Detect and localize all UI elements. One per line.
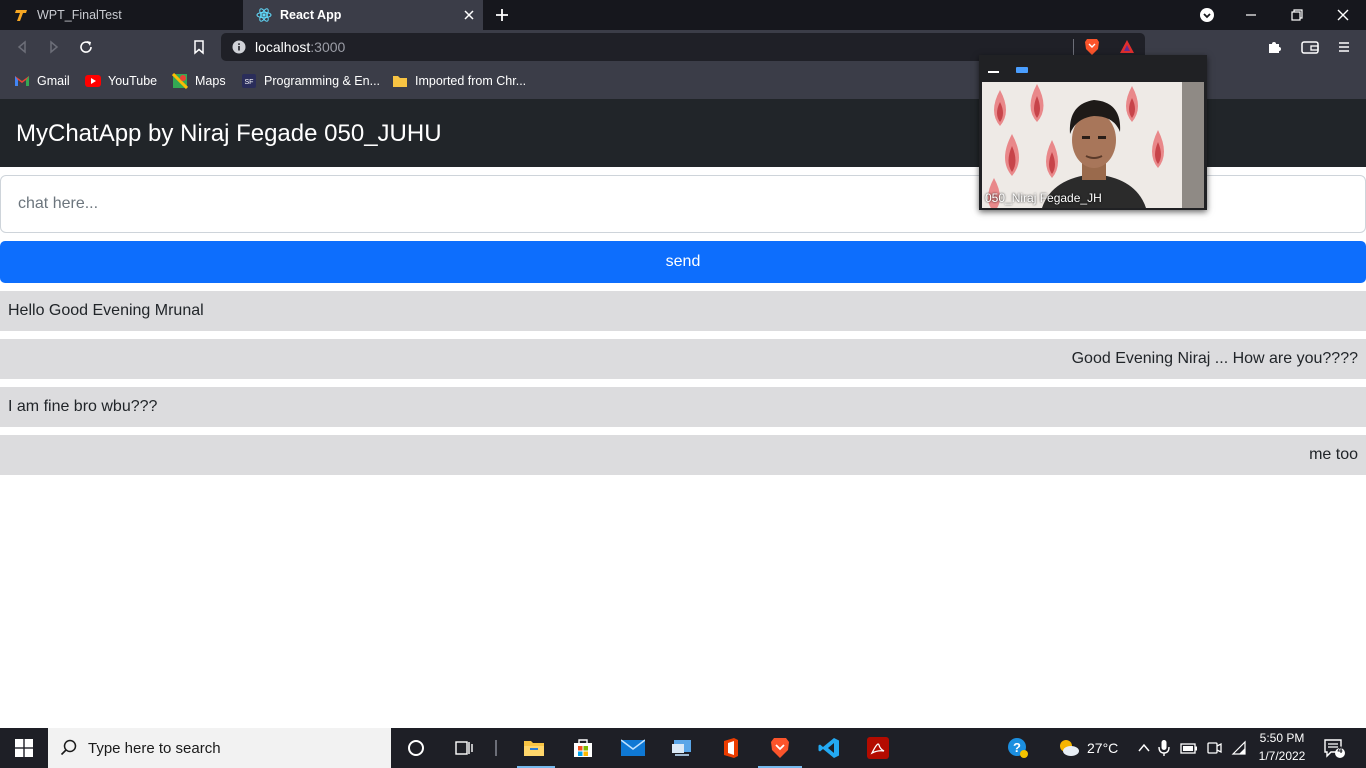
bookmark-page-icon[interactable]	[191, 39, 207, 55]
wallet-icon[interactable]	[1301, 39, 1319, 55]
adobe-reader-icon[interactable]	[866, 736, 890, 760]
urlbar-divider	[1073, 39, 1074, 55]
chat-message: Hello Good Evening Mrunal	[0, 291, 1366, 331]
extensions-icon[interactable]	[1267, 39, 1283, 55]
windows-taskbar: Type here to search ? 27°C 5:50 PM 1/7/2…	[0, 728, 1366, 768]
vscode-icon[interactable]	[817, 736, 841, 760]
svg-text:?: ?	[1013, 740, 1021, 755]
bookmark-maps[interactable]: Maps	[172, 72, 226, 90]
task-view-icon[interactable]	[452, 736, 476, 760]
chat-message: I am fine bro wbu???	[0, 387, 1366, 427]
back-icon[interactable]	[14, 39, 30, 55]
search-icon	[60, 739, 78, 757]
brave-rewards-icon[interactable]	[1119, 39, 1135, 55]
video-call-pip[interactable]: 050_Niraj Fegade_JH	[979, 55, 1207, 210]
bookmark-programming[interactable]: SF Programming & En...	[241, 72, 380, 90]
reload-icon[interactable]	[78, 39, 94, 55]
search-placeholder: Type here to search	[88, 740, 221, 757]
taskbar-divider	[495, 740, 497, 756]
minimize-icon[interactable]	[1243, 7, 1259, 23]
url-text: localhost:3000	[255, 39, 345, 55]
tab-favicon-icon	[13, 7, 29, 23]
youtube-icon	[85, 73, 101, 89]
taskbar-search[interactable]: Type here to search	[48, 728, 391, 768]
menu-icon[interactable]	[1336, 39, 1352, 55]
clock-date[interactable]: 1/7/2022	[1256, 749, 1308, 763]
maps-icon	[172, 73, 188, 89]
tab-react-app[interactable]: React App	[243, 0, 483, 30]
bookmark-site-icon: SF	[241, 73, 257, 89]
brave-shields-icon[interactable]	[1084, 38, 1100, 56]
chat-message: me too	[0, 435, 1366, 475]
restore-icon[interactable]	[1289, 7, 1305, 23]
bookmark-folder-imported[interactable]: Imported from Chr...	[392, 72, 526, 90]
bookmark-gmail[interactable]: Gmail	[14, 72, 70, 90]
chat-message: Good Evening Niraj ... How are you????	[0, 339, 1366, 379]
close-tab-icon[interactable]	[461, 7, 477, 23]
wifi-icon[interactable]	[1227, 736, 1251, 760]
cortana-icon[interactable]	[404, 736, 428, 760]
mail-icon[interactable]	[621, 736, 645, 760]
file-explorer-icon[interactable]	[522, 736, 546, 760]
bookmark-label: Maps	[195, 74, 226, 88]
url-port: :3000	[310, 39, 346, 55]
help-icon[interactable]: ?	[1006, 736, 1030, 760]
react-icon	[256, 7, 272, 23]
close-window-icon[interactable]	[1335, 7, 1351, 23]
brave-browser-icon[interactable]	[768, 736, 792, 760]
site-info-icon[interactable]	[232, 40, 246, 54]
battery-icon[interactable]	[1177, 736, 1201, 760]
browser-tab-strip: WPT_FinalTest React App	[0, 0, 1366, 30]
pip-minimize-icon[interactable]	[988, 71, 999, 73]
notification-count: 4	[1337, 745, 1343, 755]
bookmark-youtube[interactable]: YouTube	[85, 72, 157, 90]
participant-video	[982, 82, 1204, 208]
app-title: MyChatApp by Niraj Fegade 050_JUHU	[16, 120, 442, 147]
gmail-icon	[14, 73, 30, 89]
bookmark-label: Imported from Chr...	[415, 74, 527, 88]
tab-wpt-finaltest[interactable]: WPT_FinalTest	[0, 0, 242, 30]
folder-icon	[392, 73, 408, 89]
remote-desktop-icon[interactable]	[670, 736, 694, 760]
tab-search-icon[interactable]	[1199, 7, 1215, 23]
participant-name: 050_Niraj Fegade_JH	[985, 191, 1102, 205]
office-icon[interactable]	[719, 736, 743, 760]
microsoft-store-icon[interactable]	[571, 736, 595, 760]
new-tab-icon[interactable]	[494, 7, 510, 23]
microphone-icon[interactable]	[1152, 736, 1176, 760]
clock-time[interactable]: 5:50 PM	[1258, 731, 1306, 745]
weather-icon[interactable]	[1057, 736, 1081, 760]
url-host: localhost	[255, 39, 311, 55]
forward-icon[interactable]	[46, 39, 62, 55]
pip-title-bar[interactable]	[979, 55, 1207, 81]
tab-title: WPT_FinalTest	[37, 8, 122, 22]
weather-temperature[interactable]: 27°C	[1087, 740, 1118, 756]
camera-icon[interactable]	[1202, 736, 1226, 760]
bookmark-label: YouTube	[108, 74, 158, 88]
send-button[interactable]: send	[0, 241, 1366, 283]
tab-title: React App	[280, 8, 342, 22]
bookmark-label: Gmail	[37, 74, 70, 88]
svg-text:SF: SF	[245, 79, 254, 86]
bookmark-label: Programming & En...	[264, 74, 381, 88]
pip-expand-icon[interactable]	[1016, 67, 1028, 73]
windows-start-icon[interactable]	[12, 736, 36, 760]
